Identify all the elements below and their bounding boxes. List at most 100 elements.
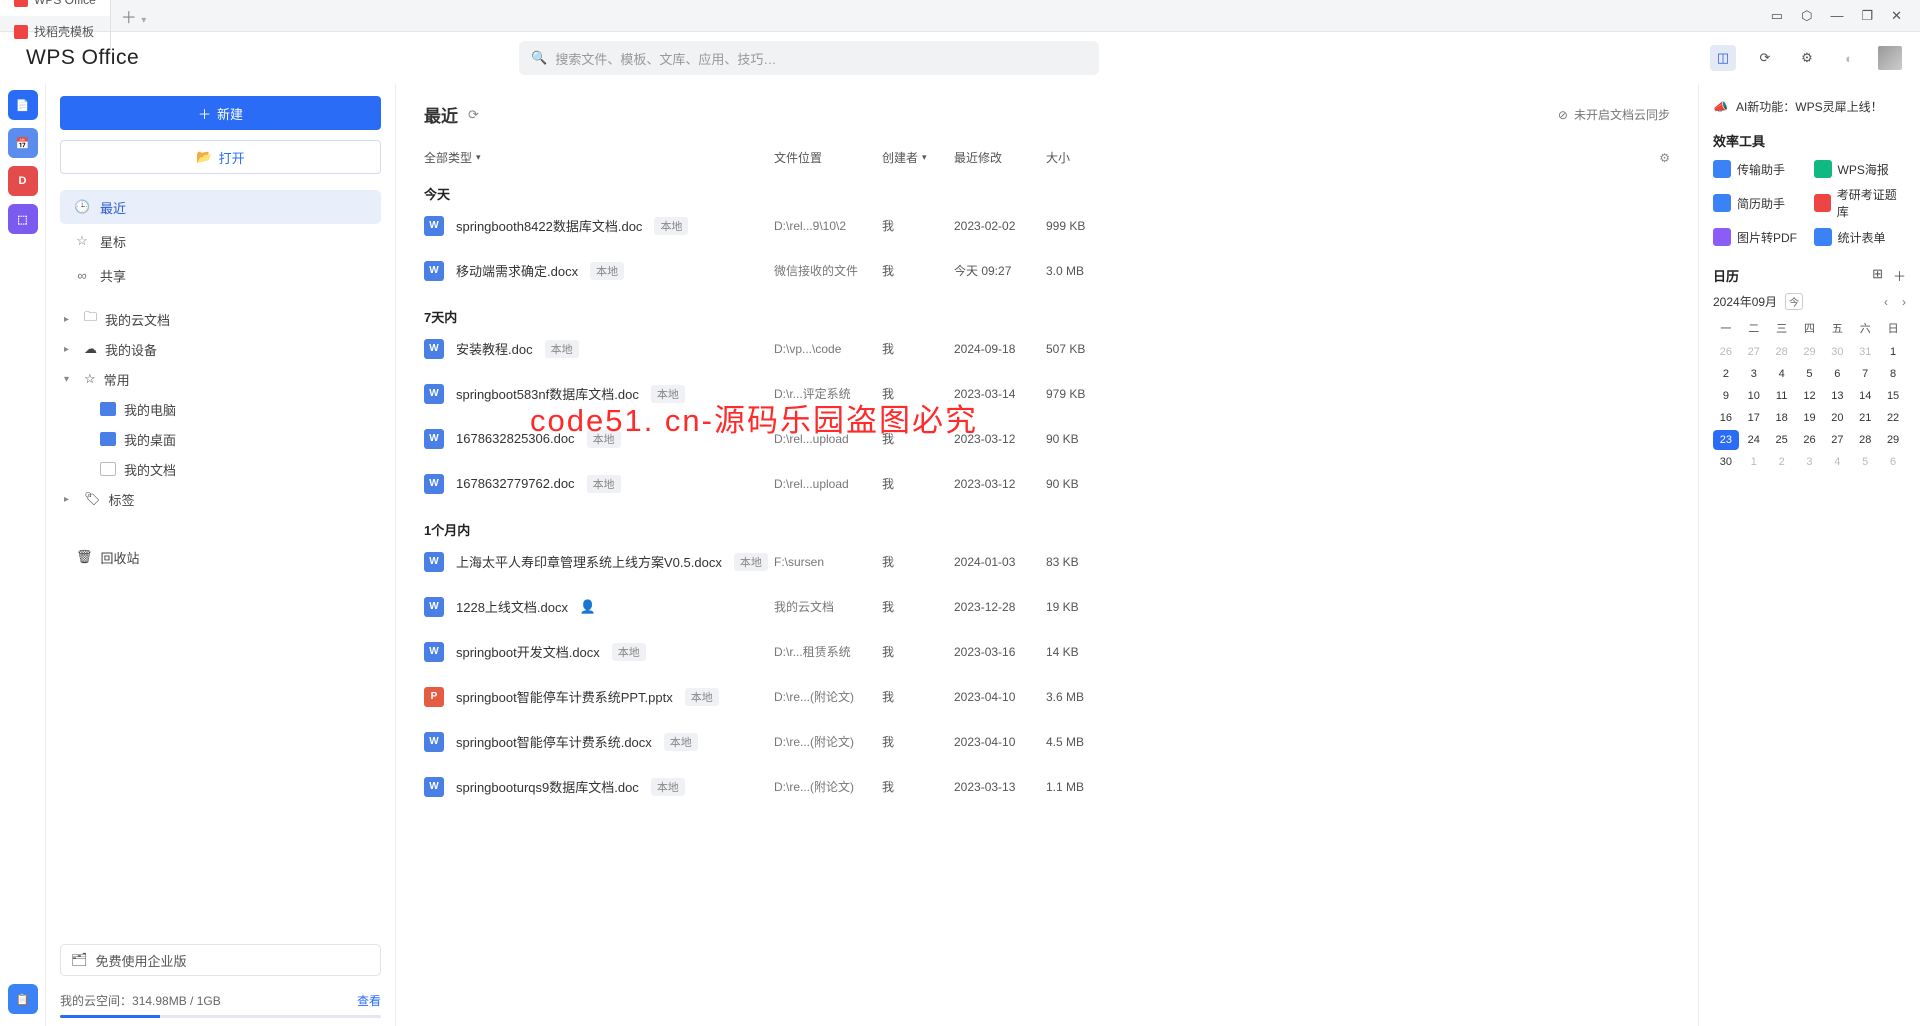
file-row[interactable]: P springboot智能停车计费系统PPT.pptx 本地 D:\re...… <box>424 674 1670 719</box>
nav-recent[interactable]: 🕒最近 <box>60 190 381 224</box>
col-filter[interactable]: 全部类型▾ <box>424 149 774 166</box>
tool-item[interactable]: WPS海报 <box>1814 160 1907 178</box>
new-button[interactable]: ＋新建 <box>60 96 381 130</box>
cal-day[interactable]: 6 <box>1824 364 1850 384</box>
assistant-icon[interactable]: ◐ <box>1836 45 1862 71</box>
settings-icon[interactable]: ⚙ <box>1794 45 1820 71</box>
list-settings-icon[interactable]: ⚙ <box>1659 149 1670 166</box>
cal-day[interactable]: 5 <box>1852 452 1878 472</box>
nav-star[interactable]: ☆星标 <box>60 224 381 258</box>
cal-day[interactable]: 30 <box>1713 452 1739 472</box>
tool-item[interactable]: 传输助手 <box>1713 160 1806 178</box>
cal-day[interactable]: 15 <box>1880 386 1906 406</box>
cal-day[interactable]: 24 <box>1741 430 1767 450</box>
tree-cloud-docs[interactable]: ▸🗀我的云文档 <box>60 304 381 334</box>
cal-day[interactable]: 28 <box>1852 430 1878 450</box>
file-row[interactable]: W springboot智能停车计费系统.docx 本地 D:\re...(附论… <box>424 719 1670 764</box>
ai-banner[interactable]: 📣AI新功能：WPS灵犀上线！ <box>1713 98 1906 115</box>
tool-item[interactable]: 统计表单 <box>1814 228 1907 246</box>
avatar[interactable] <box>1878 46 1902 70</box>
file-row[interactable]: W 1678632825306.doc 本地 D:\rel...upload 我… <box>424 416 1670 461</box>
cal-day[interactable]: 1 <box>1880 342 1906 362</box>
refresh-icon[interactable]: ⟳ <box>468 107 479 123</box>
sync-icon[interactable]: ⟳ <box>1752 45 1778 71</box>
plus-icon[interactable]: ＋ <box>1893 266 1906 285</box>
cal-day[interactable]: 14 <box>1852 386 1878 406</box>
cal-day[interactable]: 30 <box>1824 342 1850 362</box>
nav-share[interactable]: ∞共享 <box>60 258 381 292</box>
cal-day[interactable]: 28 <box>1769 342 1795 362</box>
cal-day[interactable]: 10 <box>1741 386 1767 406</box>
cal-day[interactable]: 5 <box>1797 364 1823 384</box>
prev-month-icon[interactable]: ‹ <box>1884 295 1888 309</box>
cal-day[interactable]: 16 <box>1713 408 1739 428</box>
cal-day[interactable]: 26 <box>1713 342 1739 362</box>
tree-trash[interactable]: 🗑回收站 <box>60 542 381 572</box>
file-row[interactable]: W 安装教程.doc 本地 D:\vp...\code 我 2024-09-18… <box>424 326 1670 371</box>
cal-day[interactable]: 2 <box>1769 452 1795 472</box>
layout-icon[interactable]: ▭ <box>1771 8 1783 24</box>
rail-app-icon[interactable]: ⬚ <box>8 204 38 234</box>
file-row[interactable]: W springboot开发文档.docx 本地 D:\r...租赁系统 我 2… <box>424 629 1670 674</box>
col-creator[interactable]: 创建者▾ <box>882 149 954 166</box>
tree-frequent[interactable]: ▾☆常用 <box>60 364 381 394</box>
minimize-icon[interactable]: — <box>1830 8 1843 24</box>
cal-day[interactable]: 23 <box>1713 430 1739 450</box>
tool-item[interactable]: 考研考证题库 <box>1814 186 1907 220</box>
cal-day[interactable]: 21 <box>1852 408 1878 428</box>
enterprise-button[interactable]: 🗂免费使用企业版 <box>60 944 381 976</box>
calendar-month[interactable]: 2024年09月 <box>1713 293 1777 310</box>
file-row[interactable]: W springbooth8422数据库文档.doc 本地 D:\rel...9… <box>424 203 1670 248</box>
rail-calendar-icon[interactable]: 📅 <box>8 128 38 158</box>
rail-bottom-icon[interactable]: 📋 <box>8 984 38 1014</box>
cal-day[interactable]: 12 <box>1797 386 1823 406</box>
next-month-icon[interactable]: › <box>1902 295 1906 309</box>
rail-d-icon[interactable]: D <box>8 166 38 196</box>
cal-day[interactable]: 18 <box>1769 408 1795 428</box>
cal-day[interactable]: 27 <box>1824 430 1850 450</box>
tree-my-docs[interactable]: 我的文档 <box>60 454 381 484</box>
file-row[interactable]: W 移动端需求确定.docx 本地 微信接收的文件 我 今天 09:27 3.0… <box>424 248 1670 293</box>
cal-day[interactable]: 4 <box>1824 452 1850 472</box>
cal-day[interactable]: 3 <box>1797 452 1823 472</box>
cal-day[interactable]: 29 <box>1880 430 1906 450</box>
panel-toggle-icon[interactable]: ◫ <box>1710 45 1736 71</box>
cal-day[interactable]: 9 <box>1713 386 1739 406</box>
file-row[interactable]: W 上海太平人寿印章管理系统上线方案V0.5.docx 本地 F:\sursen… <box>424 539 1670 584</box>
cube-icon[interactable]: ⬡ <box>1801 8 1812 24</box>
cal-day[interactable]: 29 <box>1797 342 1823 362</box>
cal-day[interactable]: 19 <box>1797 408 1823 428</box>
view-quota-link[interactable]: 查看 <box>357 992 381 1009</box>
sync-status[interactable]: ⊘未开启文档云同步 <box>1558 106 1670 123</box>
tree-my-computer[interactable]: 我的电脑 <box>60 394 381 424</box>
add-tab-button[interactable]: ＋ ▾ <box>111 4 156 28</box>
cal-day[interactable]: 20 <box>1824 408 1850 428</box>
cal-day[interactable]: 6 <box>1880 452 1906 472</box>
cal-day[interactable]: 25 <box>1769 430 1795 450</box>
file-row[interactable]: W 1228上线文档.docx 👤 我的云文档 我 2023-12-28 19 … <box>424 584 1670 629</box>
rail-doc-icon[interactable]: 📄 <box>8 90 38 120</box>
cal-day[interactable]: 31 <box>1852 342 1878 362</box>
cal-day[interactable]: 22 <box>1880 408 1906 428</box>
today-button[interactable]: 今 <box>1785 293 1803 310</box>
file-row[interactable]: W 1678632779762.doc 本地 D:\rel...upload 我… <box>424 461 1670 506</box>
cal-day[interactable]: 2 <box>1713 364 1739 384</box>
cal-day[interactable]: 27 <box>1741 342 1767 362</box>
cal-day[interactable]: 8 <box>1880 364 1906 384</box>
maximize-icon[interactable]: ❐ <box>1861 8 1873 24</box>
close-icon[interactable]: ✕ <box>1891 8 1902 24</box>
cal-day[interactable]: 3 <box>1741 364 1767 384</box>
cal-day[interactable]: 17 <box>1741 408 1767 428</box>
cal-day[interactable]: 7 <box>1852 364 1878 384</box>
tab[interactable]: WPS Office <box>0 0 111 16</box>
tool-item[interactable]: 简历助手 <box>1713 186 1806 220</box>
cal-day[interactable]: 26 <box>1797 430 1823 450</box>
search-input[interactable]: 🔍 搜索文件、模板、文库、应用、技巧… <box>519 41 1099 75</box>
calendar-add-icon[interactable]: ⊞ <box>1872 266 1883 285</box>
tree-my-devices[interactable]: ▸☁我的设备 <box>60 334 381 364</box>
cal-day[interactable]: 11 <box>1769 386 1795 406</box>
tree-tag[interactable]: ▸🏷标签 <box>60 484 381 514</box>
cal-day[interactable]: 4 <box>1769 364 1795 384</box>
file-row[interactable]: W springbooturqs9数据库文档.doc 本地 D:\re...(附… <box>424 764 1670 809</box>
tab[interactable]: 找稻壳模板 <box>0 16 111 48</box>
